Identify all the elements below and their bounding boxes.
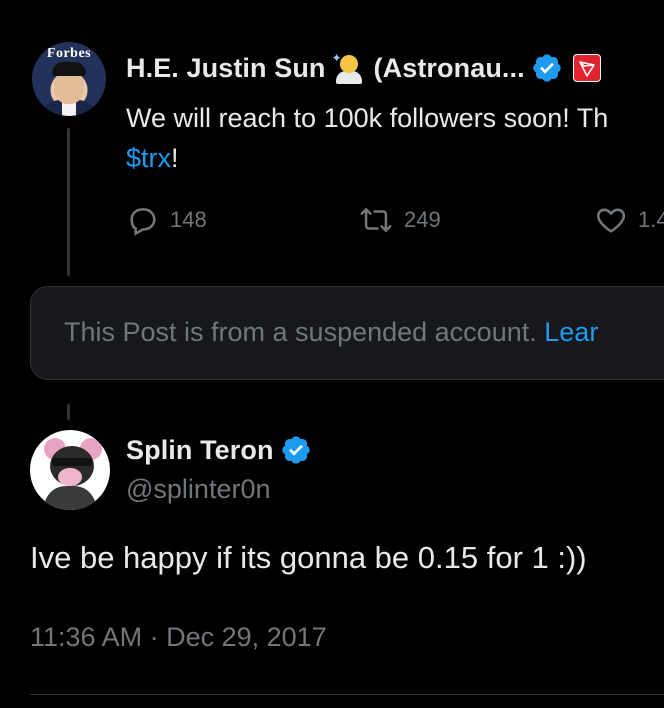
quoted-post-text: We will reach to 100k followers soon! Th…	[126, 98, 664, 178]
avatar-hair	[52, 62, 86, 76]
thread-line-bottom	[67, 404, 70, 420]
quoted-post-actions: 148 249 1.4	[126, 200, 664, 240]
retweet-button[interactable]: 249	[358, 200, 441, 240]
learn-more-link[interactable]: Lear	[544, 317, 598, 347]
verified-badge-icon[interactable]	[280, 434, 312, 466]
forbes-logo-text: Forbes	[46, 46, 92, 61]
reply-post-name-row: Splin Teron	[126, 432, 312, 468]
suspended-notice-text: This Post is from a suspended account. L…	[64, 317, 598, 348]
reply-display-name[interactable]: Splin Teron	[126, 435, 274, 466]
divider	[30, 694, 664, 695]
reply-handle[interactable]: @splinter0n	[126, 474, 270, 505]
like-count: 1.4	[638, 207, 664, 232]
display-name[interactable]: H.E. Justin Sun	[126, 53, 326, 84]
avatar-glasses	[52, 458, 92, 466]
quoted-post-name-row: H.E. Justin Sun ✦ (Astronau...	[126, 50, 601, 86]
suspended-message: This Post is from a suspended account.	[64, 317, 537, 347]
retweet-count: 249	[404, 207, 441, 232]
avatar-splin-teron[interactable]	[30, 430, 110, 510]
tweet-thread-page: Forbes H.E. Justin Sun ✦ (Astronau... We…	[0, 0, 664, 708]
reply-button[interactable]: 148	[126, 200, 207, 240]
avatar-body	[44, 486, 96, 510]
retweet-icon	[360, 208, 392, 232]
like-button[interactable]: 1.4	[594, 200, 664, 240]
reply-icon	[130, 208, 156, 236]
astronaut-emoji-icon: ✦	[332, 51, 366, 85]
display-name-suffix[interactable]: (Astronau...	[374, 53, 525, 84]
tron-affiliate-icon[interactable]	[572, 54, 601, 82]
reply-count: 148	[170, 207, 207, 232]
quoted-post-text-line2-rest: !	[171, 143, 179, 173]
suspended-account-notice: This Post is from a suspended account. L…	[30, 286, 664, 380]
verified-badge-icon[interactable]	[531, 52, 563, 84]
reply-post-text: Ive be happy if its gonna be 0.15 for 1 …	[30, 540, 587, 575]
cashtag-link[interactable]: $trx	[126, 143, 171, 173]
post-timestamp[interactable]: 11:36 AM · Dec 29, 2017	[30, 622, 327, 653]
avatar-justin-sun[interactable]: Forbes	[32, 42, 106, 116]
avatar-snout	[58, 468, 82, 486]
heart-icon	[596, 208, 626, 233]
thread-line-top	[67, 128, 70, 276]
quoted-post-text-line2: $trx!	[126, 138, 664, 178]
quoted-post-text-line1: We will reach to 100k followers soon! Th	[126, 103, 609, 133]
